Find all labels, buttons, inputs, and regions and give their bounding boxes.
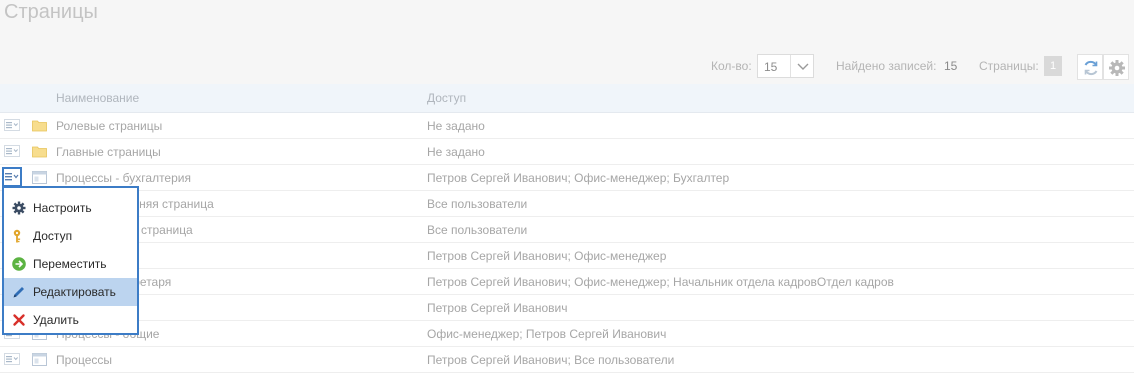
row-name[interactable]: Процессы xyxy=(56,353,112,367)
row-access: Не задано xyxy=(427,119,485,133)
row-access: Все пользователи xyxy=(427,223,528,237)
row-menu-icon[interactable] xyxy=(4,353,20,365)
page-title: Страницы xyxy=(4,1,98,23)
qty-value: 15 xyxy=(764,60,778,74)
key-icon xyxy=(13,229,21,243)
table-row[interactable]: дел кадровПетров Сергей Иванович xyxy=(0,295,1134,321)
row-access: Офис-менеджер; Петров Сергей Иванович xyxy=(427,327,667,341)
delete-icon xyxy=(13,314,25,326)
table-row[interactable]: нструкция секретаряПетров Сергей Иванови… xyxy=(0,269,1134,295)
found-label: Найдено записей: xyxy=(836,59,937,73)
row-access: Петров Сергей Иванович; Все пользователи xyxy=(427,353,675,367)
folder-icon xyxy=(32,120,47,132)
refresh-button[interactable] xyxy=(1077,54,1103,80)
row-menu-icon xyxy=(5,173,19,181)
gear-icon xyxy=(1109,60,1125,76)
qty-select-divider xyxy=(790,55,791,77)
row-name[interactable]: Процессы - бухгалтерия xyxy=(56,171,191,185)
row-access: Все пользователи xyxy=(427,197,528,211)
grid-settings-button[interactable] xyxy=(1103,54,1129,80)
row-context-menu: Настроить Доступ Переместить Редактирова… xyxy=(2,186,139,335)
page-number-button[interactable]: 1 xyxy=(1044,56,1062,76)
row-name[interactable]: Главные страницы xyxy=(56,145,161,159)
refresh-icon xyxy=(1084,60,1098,76)
row-access: Петров Сергей Иванович; Офис-менеджер xyxy=(427,249,667,263)
column-header-access[interactable]: Доступ xyxy=(427,91,466,105)
table-row[interactable]: Главные страницы Не задано xyxy=(0,139,1134,165)
grid-header: Наименование Доступ xyxy=(0,84,1134,113)
page-icon xyxy=(32,171,47,184)
table-row[interactable]: Процессы - общиеОфис-менеджер; Петров Се… xyxy=(0,321,1134,347)
menu-item-label: Переместить xyxy=(33,257,107,271)
menu-item-label: Удалить xyxy=(33,313,79,327)
found-count: 15 xyxy=(944,59,958,73)
row-access: Петров Сергей Иванович; Офис-менеджер; Н… xyxy=(427,275,894,289)
menu-item-delete[interactable]: Удалить xyxy=(4,306,137,334)
page-icon xyxy=(32,353,47,366)
pager-toolbar: Кол-во: 15 Найдено записей: 15 Страницы:… xyxy=(0,54,1134,80)
folder-icon xyxy=(32,146,47,158)
page-header: Страницы Кол-во: 15 Найдено записей: 15 … xyxy=(0,0,1134,84)
table-row[interactable]: Процессы Петров Сергей Иванович; Все поль… xyxy=(0,347,1134,373)
menu-item-access[interactable]: Доступ xyxy=(4,222,137,250)
menu-item-edit[interactable]: Редактировать xyxy=(4,278,137,306)
gear-icon xyxy=(12,201,26,215)
qty-select[interactable]: 15 xyxy=(757,54,814,78)
menu-item-move[interactable]: Переместить xyxy=(4,250,137,278)
pencil-icon xyxy=(13,287,24,298)
arrow-right-icon xyxy=(12,257,26,271)
table-row[interactable]: от - Домашняя страницаВсе пользователи xyxy=(0,217,1134,243)
table-row[interactable]: Процессы - бухгалтерия Петров Сергей Иван… xyxy=(0,165,1134,191)
table-row[interactable]: кументовПетров Сергей Иванович; Офис-мен… xyxy=(0,243,1134,269)
menu-item-label: Доступ xyxy=(33,229,73,243)
menu-item-label: Настроить xyxy=(33,201,92,215)
table-row[interactable]: вание - Домашняя страницаВсе пользовател… xyxy=(0,191,1134,217)
menu-item-label: Редактировать xyxy=(33,285,116,299)
row-menu-trigger-active[interactable] xyxy=(2,167,22,187)
row-access: Не задано xyxy=(427,145,485,159)
chevron-down-icon xyxy=(797,63,809,70)
row-access: Петров Сергей Иванович; Офис-менеджер; Б… xyxy=(427,171,730,185)
row-menu-icon[interactable] xyxy=(4,119,20,131)
menu-item-configure[interactable]: Настроить xyxy=(4,194,137,222)
qty-label: Кол-во: xyxy=(711,59,752,73)
row-name[interactable]: Ролевые страницы xyxy=(56,119,162,133)
row-menu-icon[interactable] xyxy=(4,145,20,157)
pages-label: Страницы: xyxy=(979,59,1039,73)
table-row[interactable]: Ролевые страницы Не задано xyxy=(0,113,1134,139)
column-header-name[interactable]: Наименование xyxy=(56,91,139,105)
row-access: Петров Сергей Иванович xyxy=(427,301,568,315)
